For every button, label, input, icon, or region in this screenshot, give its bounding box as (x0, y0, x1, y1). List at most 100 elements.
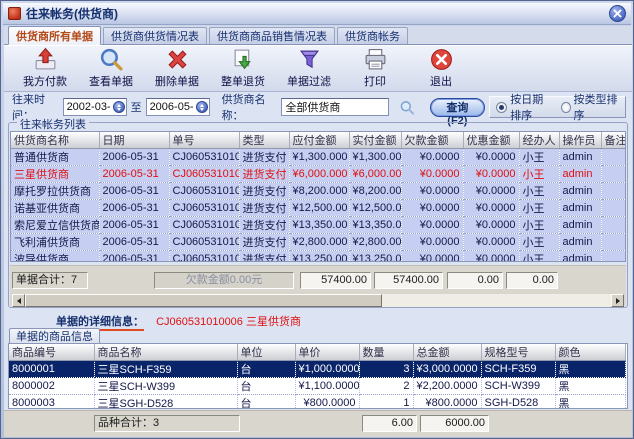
view-document-label: 查看单据 (89, 73, 133, 89)
table-row[interactable]: 波导供货商2006-05-31CJ060531010001进货支付¥13,250… (11, 251, 625, 263)
table-cell: ¥8,200.000 (289, 183, 349, 200)
column-header[interactable]: 数量 (359, 344, 413, 361)
search-icon[interactable] (399, 98, 415, 117)
column-header[interactable]: 规格型号 (481, 344, 555, 361)
table-cell: CJ060531010002 (169, 234, 239, 251)
close-button[interactable] (609, 5, 626, 22)
table-cell: 台 (237, 361, 295, 378)
table-cell: admin (559, 183, 601, 200)
window-icon (8, 7, 21, 20)
table-cell: ¥0.0000 (401, 166, 463, 183)
tab-document-products[interactable]: 单据的商品信息 (9, 328, 100, 343)
table-cell: ¥13,250.00 (289, 251, 349, 263)
table-cell: 飞利浦供货商 (11, 234, 99, 251)
table-row[interactable]: 飞利浦供货商2006-05-31CJ060531010002进货支付¥2,800… (11, 234, 625, 251)
column-header[interactable]: 操作员 (559, 132, 601, 149)
scrollbar-thumb[interactable] (25, 294, 382, 307)
table-row[interactable]: 普通供货商2006-05-31CJ060531010007进货支付¥1,300.… (11, 149, 625, 166)
column-header[interactable]: 优惠金额 (463, 132, 519, 149)
delete-document-button[interactable]: 删除单据 (148, 46, 206, 90)
column-header[interactable]: 供货商名称 (11, 132, 99, 149)
tab-strip: 供货商所有单据 供货商供货情况表 供货商商品销售情况表 供货商帐务 (4, 26, 632, 45)
column-header[interactable]: 商品编号 (9, 344, 94, 361)
date-to-spinner-icon[interactable] (196, 101, 208, 113)
tab-product-sales-report[interactable]: 供货商商品销售情况表 (209, 27, 335, 44)
column-header[interactable]: 单位 (237, 344, 295, 361)
column-header[interactable]: 应付金额 (289, 132, 349, 149)
column-header[interactable]: 类型 (239, 132, 289, 149)
table-cell: ¥13,350.00 (289, 217, 349, 234)
table-cell: ¥800.0000 (295, 395, 359, 410)
table-cell: 普通供货商 (11, 149, 99, 166)
column-header[interactable]: 备注 (601, 132, 625, 149)
table-cell: CJ060531010007 (169, 149, 239, 166)
table-cell: ¥0.0000 (463, 149, 519, 166)
sort-by-date-radio[interactable] (496, 102, 507, 113)
table-cell: ¥13,250.0 (349, 251, 401, 263)
column-header[interactable]: 欠款金额 (401, 132, 463, 149)
table-cell: ¥2,200.0000 (413, 378, 481, 395)
tab-supplier-accounts[interactable]: 供货商帐务 (337, 27, 408, 44)
table-row[interactable]: 诺基亚供货商2006-05-31CJ060531010004进货支付¥12,50… (11, 200, 625, 217)
table-row[interactable]: 三星供货商2006-05-31CJ060531010006进货支付¥6,000.… (11, 166, 625, 183)
exit-button[interactable]: 退出 (412, 46, 470, 90)
table-row[interactable]: 8000001三星SCH-F359台¥1,000.00003¥3,000.000… (9, 361, 625, 378)
sort-by-date-option[interactable]: 按日期排序 (496, 91, 554, 123)
table-cell (601, 251, 625, 263)
table-cell: CJ060531010001 (169, 251, 239, 263)
table-cell: 进货支付 (239, 149, 289, 166)
table-row[interactable]: 8000002三星SCH-W399台¥1,100.00002¥2,200.000… (9, 378, 625, 395)
column-header[interactable]: 总金额 (413, 344, 481, 361)
column-header[interactable]: 实付金额 (349, 132, 401, 149)
print-button[interactable]: 打印 (346, 46, 404, 90)
document-count-box: 单据合计：7 (12, 272, 88, 289)
column-header[interactable]: 单价 (295, 344, 359, 361)
table-cell: 小王 (519, 200, 559, 217)
supplier-name-input[interactable] (281, 98, 389, 116)
pay-icon (33, 47, 58, 72)
app-window: 往来帐务(供货商) 供货商所有单据 供货商供货情况表 供货商商品销售情况表 供货… (0, 0, 634, 439)
horizontal-scrollbar (12, 294, 624, 307)
delete-document-label: 删除单据 (155, 73, 199, 89)
table-cell: CJ060531010004 (169, 200, 239, 217)
column-header[interactable]: 经办人 (519, 132, 559, 149)
table-cell: 2 (359, 378, 413, 395)
table-cell: 1 (359, 395, 413, 410)
column-header[interactable]: 单号 (169, 132, 239, 149)
sort-by-type-option[interactable]: 按类型排序 (561, 91, 619, 123)
table-cell: admin (559, 149, 601, 166)
column-header[interactable]: 颜色 (555, 344, 625, 361)
debt-amount-box: 欠款金额0.00元 (154, 272, 294, 289)
filter-documents-button[interactable]: 单据过滤 (280, 46, 338, 90)
table-cell: 三星SCH-W399 (94, 378, 237, 395)
sort-by-type-radio[interactable] (561, 102, 570, 113)
query-button[interactable]: 查询(F2) (430, 98, 486, 117)
tab-all-documents[interactable]: 供货商所有单据 (8, 26, 101, 45)
table-cell: ¥0.0000 (401, 234, 463, 251)
return-order-button[interactable]: 整单退货 (214, 46, 272, 90)
column-header[interactable]: 商品名称 (94, 344, 237, 361)
table-row[interactable]: 8000003三星SGH-D528台¥800.00001¥800.0000SGH… (9, 395, 625, 410)
table-cell (601, 183, 625, 200)
payable-total-box: 57400.00 (300, 272, 371, 289)
table-row[interactable]: 摩托罗拉供货商2006-05-31CJ060531010005进货支付¥8,20… (11, 183, 625, 200)
table-cell: 进货支付 (239, 166, 289, 183)
table-row[interactable]: 索尼爱立信供货商2006-05-31CJ060531010003进货支付¥13,… (11, 217, 625, 234)
table-cell: 进货支付 (239, 234, 289, 251)
scroll-right-button[interactable] (611, 294, 624, 307)
table-cell: 进货支付 (239, 251, 289, 263)
tab-supply-report[interactable]: 供货商供货情况表 (103, 27, 207, 44)
date-from-spinner-icon[interactable] (113, 101, 125, 113)
view-document-button[interactable]: 查看单据 (82, 46, 140, 90)
discount-total-box: 0.00 (506, 272, 558, 289)
table-cell: 小王 (519, 217, 559, 234)
scroll-left-button[interactable] (12, 294, 25, 307)
table-cell: admin (559, 166, 601, 183)
sort-by-type-label: 按类型排序 (574, 91, 619, 123)
column-header[interactable]: 日期 (99, 132, 169, 149)
filter-row: 往来时间： 至 供货商名称： 查询(F2) 按日期排序 (4, 93, 632, 121)
pay-button[interactable]: 我方付款 (16, 46, 74, 90)
table-cell (601, 200, 625, 217)
table-cell: ¥2,800.00 (349, 234, 401, 251)
filter-documents-label: 单据过滤 (287, 73, 331, 89)
